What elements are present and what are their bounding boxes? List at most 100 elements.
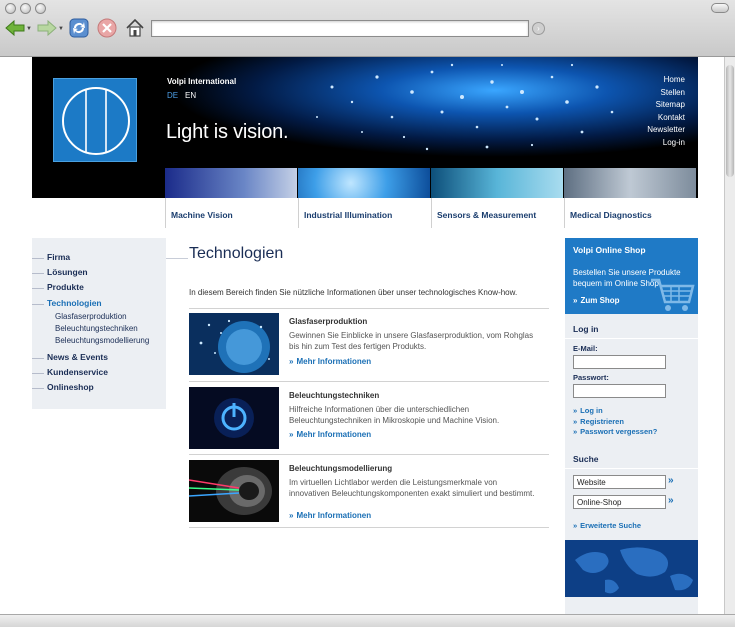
category-nav: Machine Vision Industrial Illumination S… bbox=[32, 198, 698, 228]
subnav-beleuchtungstechniken[interactable]: Beleuchtungstechniken bbox=[32, 323, 166, 335]
login-title: Log in bbox=[573, 324, 599, 334]
scrollbar-thumb[interactable] bbox=[726, 65, 734, 177]
close-window-button[interactable] bbox=[5, 3, 16, 14]
forward-arrow-icon bbox=[37, 20, 57, 36]
beleuchtungstechniken-thumbnail[interactable] bbox=[189, 387, 279, 449]
divider bbox=[565, 338, 698, 339]
category-industrial-illumination[interactable]: Industrial Illumination bbox=[298, 198, 430, 228]
nav-loesungen[interactable]: Lösungen bbox=[32, 265, 166, 280]
industrial-illumination-image[interactable] bbox=[298, 168, 430, 198]
logo-graphic bbox=[62, 87, 130, 155]
meta-link-newsletter[interactable]: Newsletter bbox=[647, 124, 685, 137]
nav-kundenservice[interactable]: Kundenservice bbox=[32, 365, 166, 380]
email-label: E-Mail: bbox=[573, 344, 598, 353]
advanced-search-link[interactable]: » Erweiterte Suche bbox=[573, 521, 641, 530]
left-navigation: Firma Lösungen Produkte Technologien Gla… bbox=[32, 238, 166, 409]
article-text: Im virtuellen Lichtlabor werden die Leis… bbox=[289, 478, 535, 498]
article-glasfaserproduktion: Glasfaserproduktion Gewinnen Sie Einblic… bbox=[189, 313, 549, 377]
status-bar bbox=[0, 614, 735, 627]
article-beleuchtungstechniken: Beleuchtungstechniken Hilfreiche Informa… bbox=[189, 387, 549, 451]
search-shop-field[interactable]: Online-Shop bbox=[573, 495, 666, 509]
shopping-cart-icon bbox=[651, 278, 695, 311]
article-beleuchtungsmodellierung: Beleuchtungsmodellierung Im virtuellen L… bbox=[189, 460, 549, 524]
more-info-link[interactable]: » Mehr Informationen bbox=[289, 357, 371, 366]
slogan: Light is vision. bbox=[166, 121, 289, 143]
category-sensors-measurement[interactable]: Sensors & Measurement bbox=[431, 198, 563, 228]
world-map-image[interactable] bbox=[565, 540, 698, 597]
address-bar[interactable] bbox=[151, 20, 529, 37]
forward-history-dropdown[interactable]: ▼ bbox=[58, 26, 64, 32]
category-machine-vision[interactable]: Machine Vision bbox=[165, 198, 297, 228]
search-website-go[interactable]: » bbox=[668, 475, 674, 486]
category-image-strip bbox=[32, 168, 698, 198]
back-button[interactable] bbox=[4, 17, 26, 39]
more-info-link[interactable]: » Mehr Informationen bbox=[289, 511, 371, 520]
zum-shop-link[interactable]: » Zum Shop bbox=[573, 296, 620, 305]
email-field[interactable] bbox=[573, 355, 666, 369]
article-text: Hilfreiche Informationen über die unters… bbox=[289, 405, 500, 425]
reload-icon bbox=[69, 18, 89, 38]
category-medical-diagnostics[interactable]: Medical Diagnostics bbox=[564, 198, 696, 228]
login-link[interactable]: » Log in bbox=[573, 406, 603, 415]
reload-button[interactable] bbox=[68, 17, 90, 39]
brand-name: Volpi International bbox=[167, 77, 237, 86]
toolbar-toggle-button[interactable] bbox=[711, 3, 729, 13]
meta-navigation: Home Stellen Sitemap Kontakt Newsletter … bbox=[647, 74, 685, 150]
divider bbox=[189, 454, 549, 455]
back-arrow-icon bbox=[5, 20, 25, 36]
browser-toolbar: ▼ ▼ › bbox=[0, 0, 735, 57]
vertical-scrollbar[interactable] bbox=[724, 57, 735, 614]
home-button[interactable] bbox=[124, 17, 146, 39]
medical-diagnostics-image[interactable] bbox=[564, 168, 696, 198]
password-field[interactable] bbox=[573, 384, 666, 398]
meta-link-stellen[interactable]: Stellen bbox=[647, 87, 685, 100]
divider bbox=[189, 381, 549, 382]
meta-link-sitemap[interactable]: Sitemap bbox=[647, 99, 685, 112]
sensors-measurement-image[interactable] bbox=[431, 168, 563, 198]
password-label: Passwort: bbox=[573, 373, 609, 382]
online-shop-box: Volpi Online Shop Bestellen Sie unsere P… bbox=[565, 238, 698, 314]
zoom-window-button[interactable] bbox=[35, 3, 46, 14]
forgot-password-link[interactable]: » Passwort vergessen? bbox=[573, 427, 657, 436]
search-title: Suche bbox=[573, 454, 599, 464]
intro-text: In diesem Bereich finden Sie nützliche I… bbox=[189, 288, 518, 297]
article-title: Beleuchtungsmodellierung bbox=[289, 464, 393, 473]
article-title: Beleuchtungstechniken bbox=[289, 391, 380, 400]
back-history-dropdown[interactable]: ▼ bbox=[26, 26, 32, 32]
register-link[interactable]: » Registrieren bbox=[573, 417, 624, 426]
minimize-window-button[interactable] bbox=[20, 3, 31, 14]
meta-link-login[interactable]: Log-in bbox=[647, 137, 685, 150]
machine-vision-image[interactable] bbox=[165, 168, 297, 198]
beleuchtungsmodellierung-thumbnail[interactable] bbox=[189, 460, 279, 522]
divider bbox=[565, 468, 698, 469]
stop-icon bbox=[97, 18, 117, 38]
search-website-field[interactable]: Website bbox=[573, 475, 666, 489]
search-shop-go[interactable]: » bbox=[668, 495, 674, 506]
article-text: Gewinnen Sie Einblicke in unsere Glasfas… bbox=[289, 331, 534, 351]
nav-news-events[interactable]: News & Events bbox=[32, 350, 166, 365]
nav-produkte[interactable]: Produkte bbox=[32, 280, 166, 295]
home-icon bbox=[126, 18, 144, 37]
language-en-link[interactable]: EN bbox=[185, 91, 196, 100]
shop-title: Volpi Online Shop bbox=[573, 245, 646, 255]
article-title: Glasfaserproduktion bbox=[289, 317, 368, 326]
nav-technologien[interactable]: Technologien bbox=[32, 296, 166, 311]
stop-button[interactable] bbox=[96, 17, 118, 39]
go-button[interactable]: › bbox=[532, 22, 545, 35]
divider bbox=[189, 308, 549, 309]
divider bbox=[189, 527, 549, 528]
subnav-glasfaserproduktion[interactable]: Glasfaserproduktion bbox=[32, 311, 166, 323]
page-title: Technologien bbox=[189, 245, 284, 262]
title-connector-line bbox=[166, 258, 188, 259]
glasfaser-thumbnail[interactable] bbox=[189, 313, 279, 375]
more-info-link[interactable]: » Mehr Informationen bbox=[289, 430, 371, 439]
subnav-beleuchtungsmodellierung[interactable]: Beleuchtungsmodellierung bbox=[32, 335, 166, 347]
volpi-logo[interactable] bbox=[53, 78, 137, 162]
forward-button[interactable] bbox=[36, 17, 58, 39]
nav-firma[interactable]: Firma bbox=[32, 250, 166, 265]
meta-link-home[interactable]: Home bbox=[647, 74, 685, 87]
meta-link-kontakt[interactable]: Kontakt bbox=[647, 112, 685, 125]
page-viewport: Volpi International DE EN Light is visio… bbox=[0, 57, 724, 614]
nav-onlineshop[interactable]: Onlineshop bbox=[32, 380, 166, 395]
language-de-link[interactable]: DE bbox=[167, 91, 178, 100]
